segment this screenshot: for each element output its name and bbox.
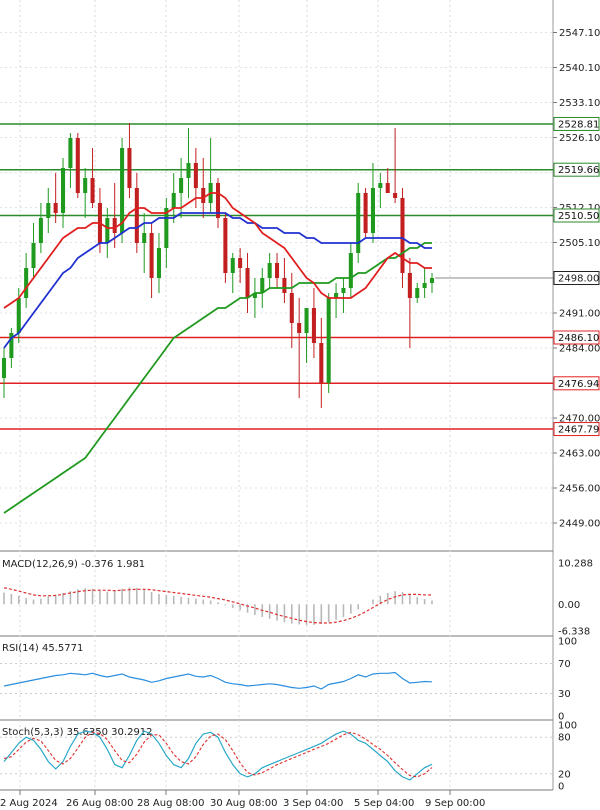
time-tick-label: 2 Aug 2024	[0, 798, 58, 809]
candle-body	[282, 278, 287, 293]
candle-body	[370, 188, 375, 233]
ma-long-line	[3, 242, 432, 514]
rsi-tick-label: 100	[558, 637, 577, 648]
price-tick-label: 2449.00	[559, 519, 600, 530]
candle-body	[179, 178, 184, 193]
price-tick-label: 2491.00	[559, 309, 600, 320]
stoch-tick-label: 100	[558, 721, 577, 732]
candle-body	[90, 178, 95, 203]
candle-body	[24, 268, 29, 298]
candle-body	[112, 218, 117, 233]
candle-body	[38, 218, 43, 243]
rsi-tick-label: 30	[558, 689, 571, 700]
candle-body	[127, 148, 132, 188]
level-label: 2476.94	[558, 379, 599, 390]
candle-body	[223, 218, 228, 273]
stoch-k-line	[3, 730, 433, 781]
candle-body	[75, 138, 80, 193]
rsi-line	[3, 671, 433, 690]
candle-body	[193, 163, 198, 188]
candle-body	[348, 253, 353, 288]
candle-body	[415, 288, 420, 298]
price-tick-label: 2456.00	[559, 484, 600, 495]
candle-body	[393, 193, 398, 198]
candle-body	[164, 208, 169, 248]
candle-body	[341, 288, 346, 293]
candle-body	[201, 188, 206, 203]
level-label: 2467.79	[558, 425, 599, 436]
price-tick-label: 2526.10	[559, 133, 600, 144]
candle-body	[16, 298, 21, 333]
current-price-label: 2498.00	[558, 274, 599, 285]
stoch-d-line	[3, 731, 433, 778]
level-label: 2486.10	[558, 333, 599, 344]
candle-body	[68, 138, 73, 168]
stoch-tick-label: 80	[558, 733, 571, 744]
macd-tick-label: 10.288	[558, 559, 593, 570]
stoch-tick-label: 0	[558, 782, 564, 793]
candle-body	[429, 278, 435, 283]
candle-body	[31, 243, 36, 268]
candle-body	[149, 233, 154, 278]
price-chart: 2547.102540.102533.102526.102519.102512.…	[0, 0, 600, 809]
candle-body	[267, 263, 272, 278]
candle-body	[356, 193, 361, 253]
level-label: 2528.81	[558, 119, 599, 130]
candle-body	[275, 263, 280, 278]
time-tick-label: 5 Sep 04:00	[354, 798, 414, 809]
chart-root: 2547.102540.102533.102526.102519.102512.…	[0, 0, 600, 810]
time-tick-label: 26 Aug 08:00	[66, 798, 133, 809]
candle-body	[46, 203, 51, 218]
candle-body	[171, 193, 176, 208]
candle-body	[385, 183, 390, 193]
candle-body	[289, 293, 294, 323]
level-label: 2519.66	[558, 165, 599, 176]
macd-label: MACD(12,26,9) -0.376 1.981	[2, 559, 145, 570]
ma-slow-line	[3, 212, 432, 349]
candle-body	[230, 258, 235, 273]
time-tick-label: 9 Sep 00:00	[425, 798, 485, 809]
candle-body	[186, 163, 191, 178]
price-tick-label: 2463.00	[559, 449, 600, 460]
price-tick-label: 2533.10	[559, 98, 600, 109]
rsi-label: RSI(14) 45.5771	[2, 643, 83, 654]
candle-body	[400, 198, 405, 273]
candle-body	[61, 168, 66, 213]
macd-tick-label: 0.00	[558, 600, 580, 611]
candle-body	[142, 233, 147, 243]
candle-body	[319, 343, 324, 383]
candle-body	[105, 218, 110, 243]
price-tick-label: 2540.10	[559, 63, 600, 74]
candle-body	[363, 193, 368, 233]
candle-body	[134, 188, 139, 243]
candle-body	[260, 278, 265, 293]
price-tick-label: 2484.00	[559, 344, 600, 355]
candle-body	[53, 203, 58, 213]
stoch-label: Stoch(5,3,3) 35.6350 30.2912	[2, 727, 153, 738]
candle-body	[304, 308, 309, 333]
level-label: 2510.50	[558, 211, 599, 222]
candle-body	[1, 358, 7, 378]
candle-body	[326, 298, 331, 383]
candle-body	[245, 268, 250, 298]
candle-body	[297, 323, 302, 333]
candle-body	[156, 248, 161, 278]
time-tick-label: 28 Aug 08:00	[137, 798, 204, 809]
price-tick-label: 2505.10	[559, 238, 600, 249]
time-tick-label: 3 Sep 04:00	[283, 798, 343, 809]
candle-body	[422, 283, 427, 288]
time-tick-label: 30 Aug 08:00	[210, 798, 277, 809]
candle-body	[83, 178, 88, 193]
candle-body	[407, 273, 412, 298]
macd-signal-line	[3, 587, 433, 624]
stoch-tick-label: 20	[558, 769, 571, 780]
candle-body	[378, 183, 383, 188]
price-tick-label: 2547.10	[559, 28, 600, 39]
candle-body	[238, 258, 243, 268]
rsi-tick-label: 70	[558, 659, 571, 670]
candle-body	[311, 308, 316, 343]
